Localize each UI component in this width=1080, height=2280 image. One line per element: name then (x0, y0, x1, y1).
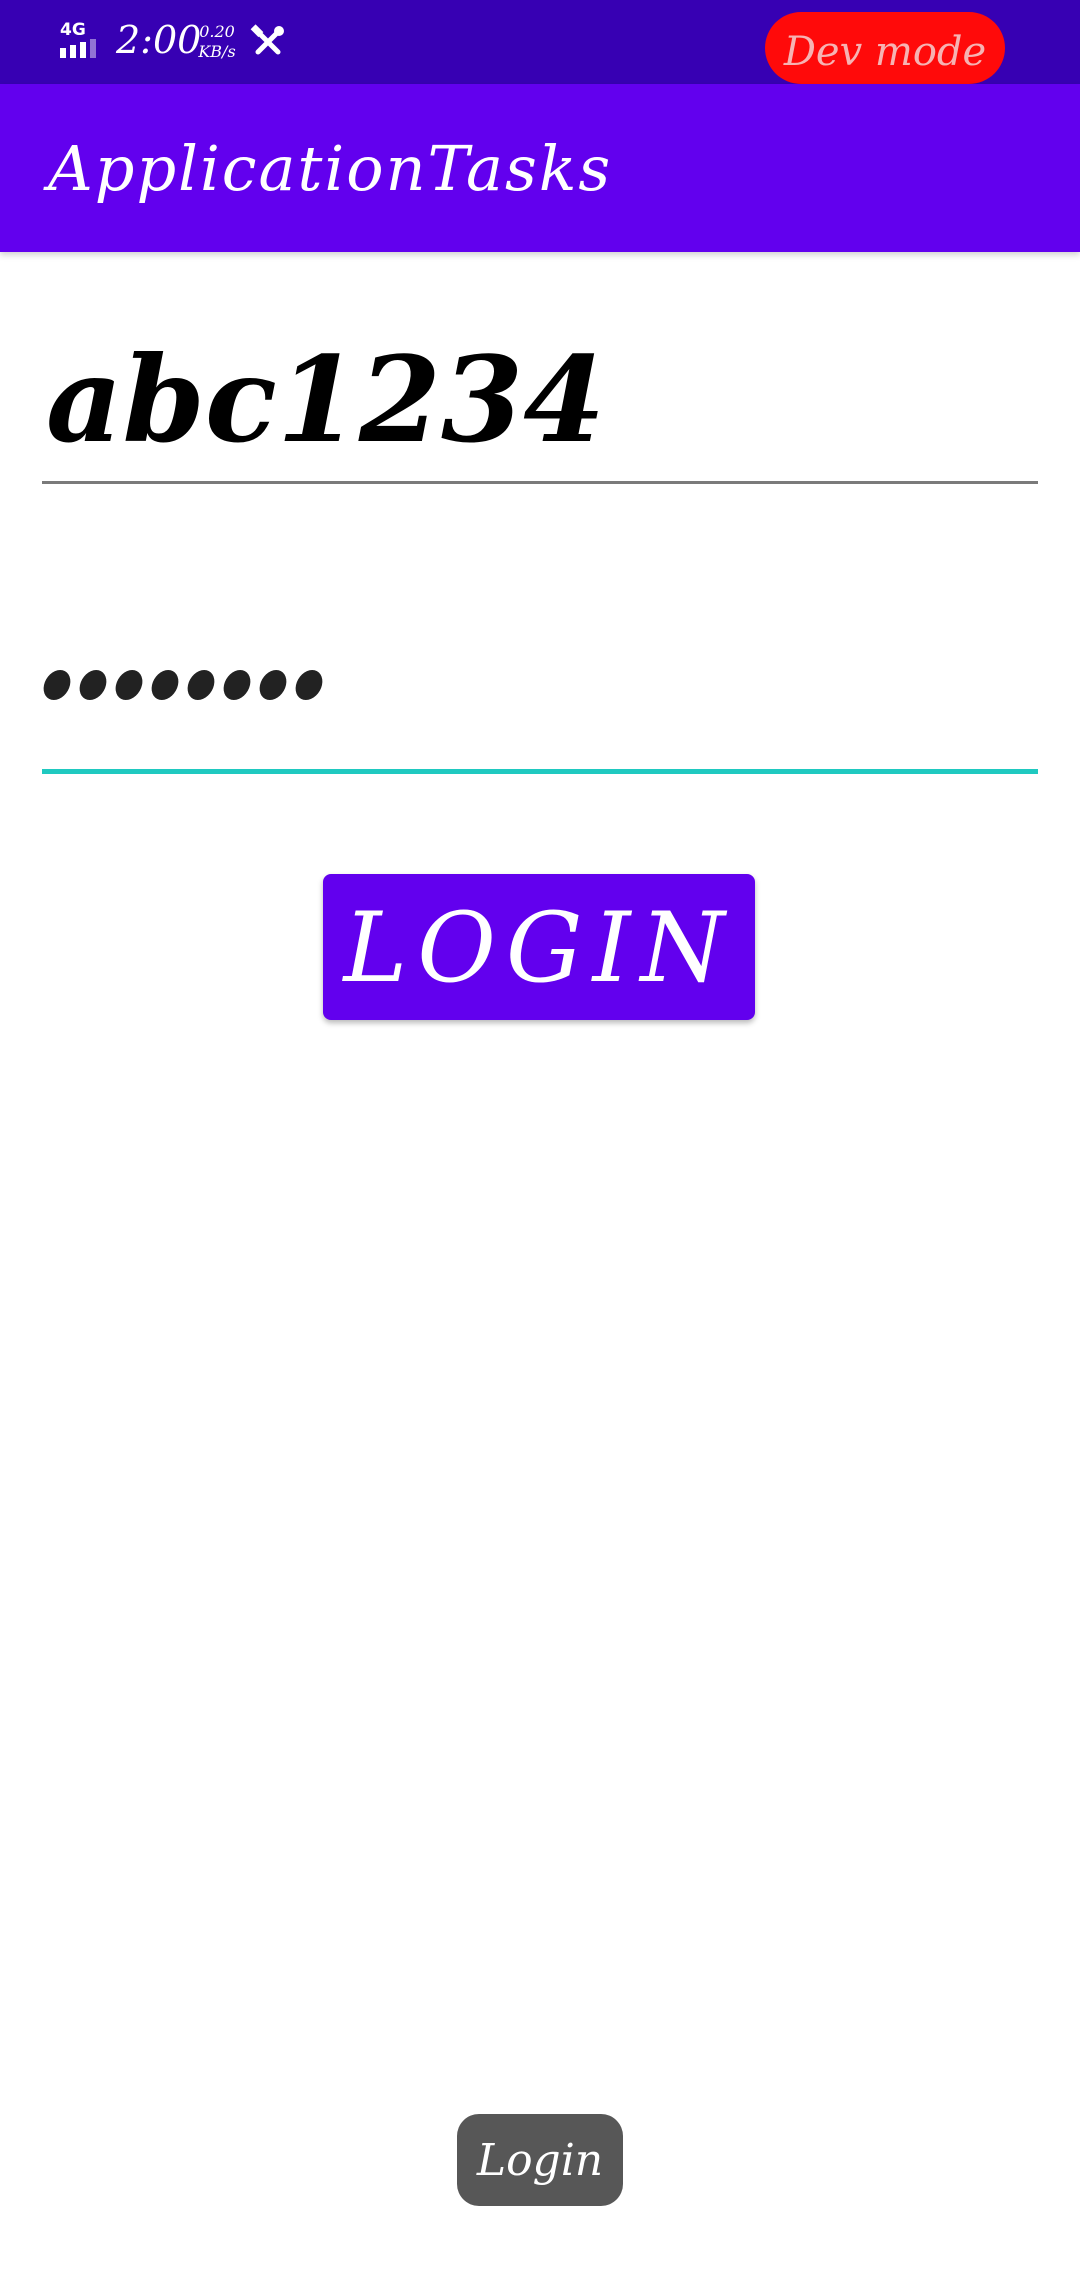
username-value: abc1234 (46, 330, 606, 469)
password-dot (76, 670, 110, 700)
status-bar: 4G 2:00 0.20 KB/s Dev mode (0, 0, 1080, 84)
password-input[interactable] (40, 630, 1038, 774)
signal-bar (80, 42, 86, 58)
password-dot (112, 670, 146, 700)
app-bar: ApplicationTasks (0, 84, 1080, 252)
password-dot (184, 670, 218, 700)
password-masked-value (40, 670, 332, 710)
network-type: 4G (60, 20, 86, 40)
status-time: 2:00 (116, 18, 202, 62)
username-underline (42, 481, 1038, 484)
login-button[interactable]: LOGIN (323, 874, 755, 1020)
signal-bar (60, 48, 66, 58)
password-dot (40, 670, 74, 700)
password-dot (256, 670, 290, 700)
network-speed-unit: KB/s (198, 42, 236, 61)
signal-icon: 4G (58, 20, 106, 60)
toast-message: Login (457, 2114, 623, 2206)
username-input[interactable]: abc1234 (42, 320, 1038, 484)
password-dot (292, 670, 326, 700)
login-screen: 4G 2:00 0.20 KB/s Dev mode ApplicationTa… (0, 0, 1080, 2280)
dev-mode-badge[interactable]: Dev mode (765, 12, 1005, 84)
network-speed-value: 0.20 (199, 22, 235, 41)
password-underline (42, 769, 1038, 774)
app-title: ApplicationTasks (48, 132, 613, 205)
network-speed: 0.20 KB/s (194, 22, 240, 62)
signal-bar (90, 39, 96, 58)
signal-bar (70, 45, 76, 58)
password-dot (148, 670, 182, 700)
password-dot (220, 670, 254, 700)
tools-icon (250, 24, 284, 55)
